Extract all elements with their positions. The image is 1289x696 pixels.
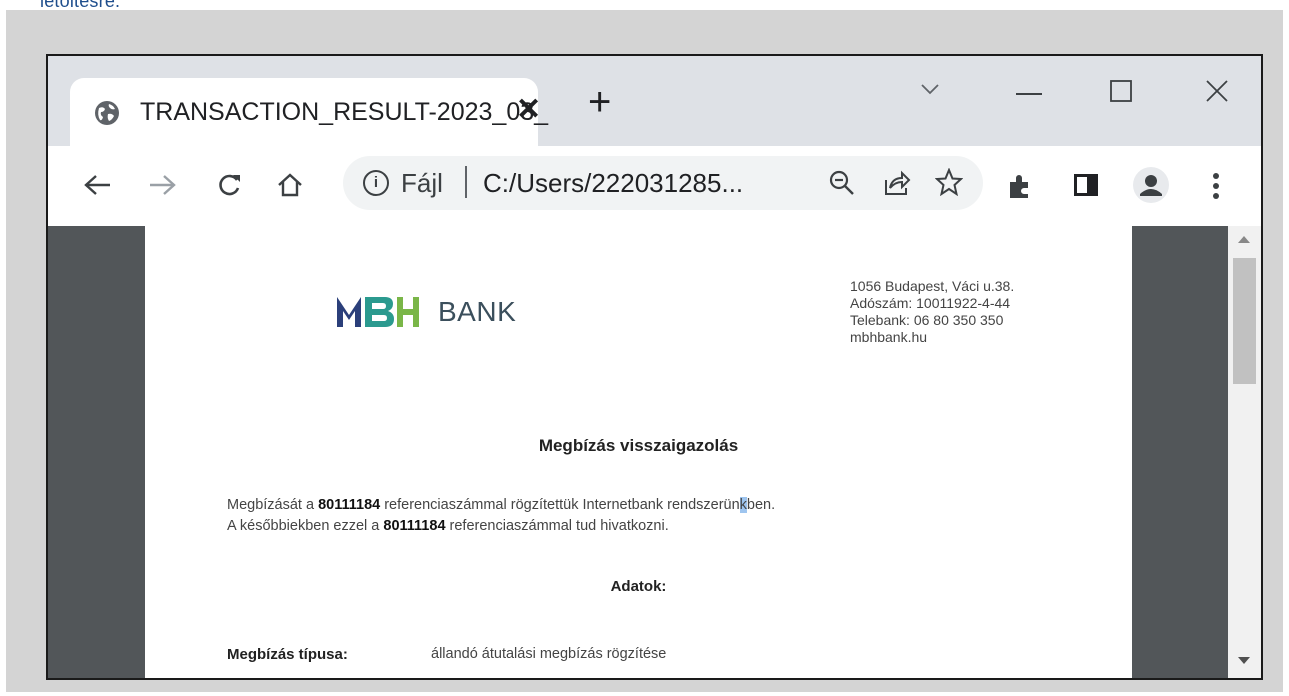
tab-close-icon[interactable]: ✕: [516, 92, 541, 127]
bank-contact-block: 1056 Budapest, Váci u.38. Adószám: 10011…: [850, 278, 1014, 346]
vertical-scrollbar[interactable]: [1228, 226, 1261, 678]
tab-title: TRANSACTION_RESULT-2023_03_: [140, 98, 549, 126]
section-title-data: Adatok:: [610, 578, 667, 595]
forward-icon[interactable]: [148, 174, 176, 196]
reference-number: 80111184: [383, 518, 446, 534]
side-panel-icon[interactable]: [1074, 174, 1098, 196]
url-text[interactable]: C:/Users/222031285...: [483, 168, 743, 199]
share-icon[interactable]: [883, 170, 911, 196]
selected-text: k: [739, 497, 747, 513]
confirmation-line-1: Megbízását a 80111184 referenciaszámmal …: [227, 497, 776, 513]
tab-strip: TRANSACTION_RESULT-2023_03_ ✕ +: [48, 56, 1261, 148]
mbh-logo-icon: [337, 297, 419, 327]
scroll-down-arrow-icon[interactable]: [1238, 657, 1250, 664]
maximize-icon[interactable]: [1110, 80, 1132, 102]
order-type-label: Megbízás típusa:: [227, 646, 348, 663]
contact-address: 1056 Budapest, Váci u.38.: [850, 278, 1015, 294]
new-tab-button[interactable]: +: [588, 82, 611, 122]
reference-number: 80111184: [318, 497, 381, 513]
star-icon[interactable]: [935, 168, 963, 196]
document-title: Megbízás visszaigazolás: [538, 436, 739, 455]
active-tab[interactable]: TRANSACTION_RESULT-2023_03_ ✕: [70, 78, 548, 148]
logo-bank-text: BANK: [438, 296, 517, 327]
confirmation-paragraph: Megbízását a 80111184 referenciaszámmal …: [227, 495, 775, 537]
back-icon[interactable]: [84, 174, 112, 196]
pdf-page: BANK 1056 Budapest, Váci u.38. Adószám: …: [145, 226, 1132, 678]
scheme-label: Fájl: [401, 168, 443, 198]
order-type-value: állandó átutalási megbízás rögzítése: [431, 646, 667, 662]
contact-website: mbhbank.hu: [850, 329, 928, 345]
confirmation-line-2: A későbbiekben ezzel a 80111184 referenc…: [227, 518, 669, 534]
scroll-up-arrow-icon[interactable]: [1238, 236, 1250, 243]
home-icon[interactable]: [276, 172, 304, 198]
menu-icon[interactable]: [1212, 172, 1220, 200]
reload-icon[interactable]: [216, 172, 242, 198]
address-bar[interactable]: i Fájl C:/Users/222031285...: [343, 156, 983, 210]
minimize-icon[interactable]: [1016, 92, 1042, 96]
close-icon[interactable]: [1206, 80, 1228, 102]
contact-telebank: Telebank: 06 80 350 350: [850, 312, 1004, 328]
omnibox-divider: [465, 166, 467, 198]
contact-tax-id: Adószám: 10011922-4-44: [850, 295, 1011, 311]
zoom-icon[interactable]: [829, 170, 855, 196]
globe-icon: [95, 101, 119, 125]
info-icon[interactable]: i: [363, 170, 389, 196]
profile-icon[interactable]: [1132, 166, 1170, 204]
screenshot-frame: TRANSACTION_RESULT-2023_03_ ✕ + i Fájl C…: [6, 10, 1283, 692]
scroll-thumb[interactable]: [1233, 258, 1256, 384]
chevron-down-icon[interactable]: [920, 82, 940, 96]
extensions-icon[interactable]: [1006, 172, 1034, 200]
browser-toolbar: i Fájl C:/Users/222031285...: [48, 146, 1261, 226]
pdf-viewer: BANK 1056 Budapest, Váci u.38. Adószám: …: [48, 226, 1261, 678]
browser-window: TRANSACTION_RESULT-2023_03_ ✕ + i Fájl C…: [46, 54, 1263, 680]
